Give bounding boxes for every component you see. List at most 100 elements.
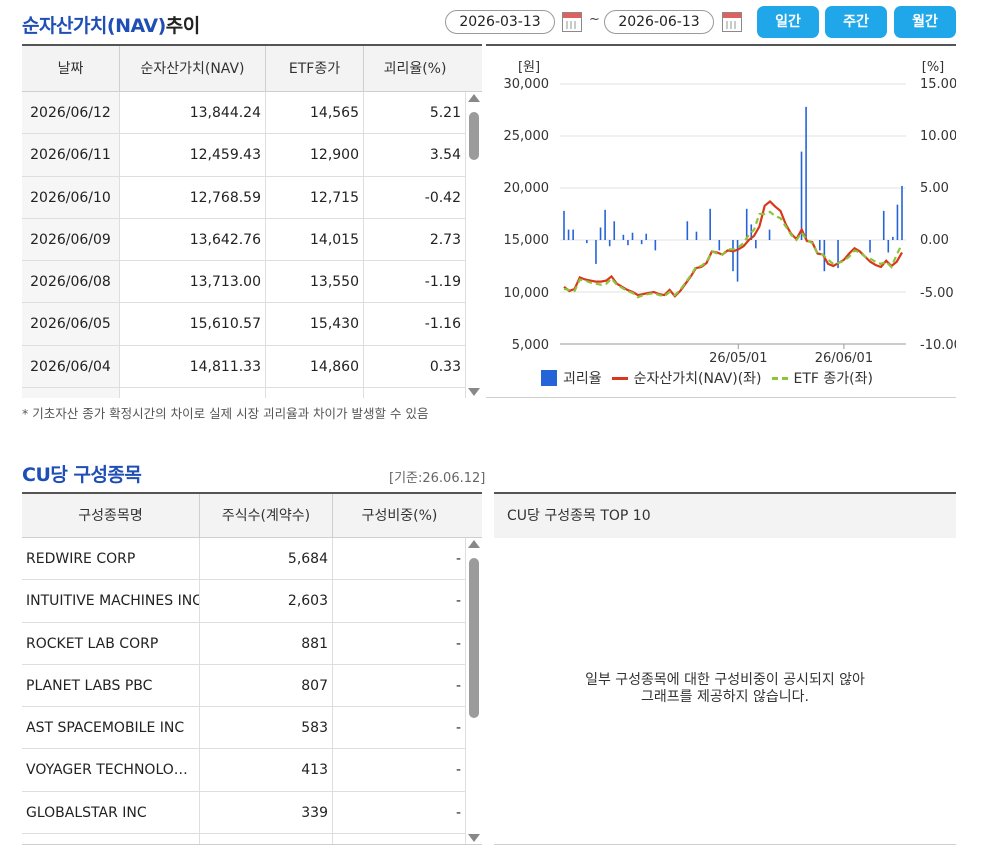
row-holding: GLOBALSTAR INC [22,791,200,834]
row-date [22,388,120,398]
disparity-bar [563,210,565,240]
disparity-bar [631,232,634,240]
row-etf: 15,430 [266,303,364,345]
disparity-bar [613,221,616,240]
row-holding: ROCKET LAB CORP [22,622,200,664]
disparity-bar [805,106,807,240]
table-row: PLANET LABS PBC 807 - [22,664,482,708]
row-date: 2026/06/12 [22,92,120,134]
row-weight: - [333,707,466,749]
table-row: ROCKET LAB CORP 881 - [22,622,482,665]
row-disparity: 0.33 [364,345,466,388]
disparity-bar [887,240,890,253]
col-shares: 주식수(계약수) [200,494,333,537]
legend-etf[interactable]: ETF 종가(좌) [771,368,873,388]
nav-table-header: 날짜 순자산가치(NAV) ETF종가 괴리율(%) [22,46,482,92]
row-etf: 12,900 [266,134,364,176]
line-swatch-icon [611,376,628,380]
row-nav: 13,844.24 [120,92,266,134]
row-date: 2026/06/05 [22,303,120,345]
row-etf: 14,015 [266,218,364,261]
table-row: 2026/06/11 12,459.43 12,900 3.54 [22,134,482,177]
legend-disparity[interactable]: 괴리율 [541,368,602,388]
table-row [22,834,482,844]
legend-nav[interactable]: 순자산가치(NAV)(좌) [611,368,762,388]
scroll-thumb[interactable] [469,558,479,718]
nav-table: 날짜 순자산가치(NAV) ETF종가 괴리율(%) 2026/06/12 13… [22,44,482,398]
calendar-icon[interactable] [562,12,582,32]
row-disparity: 3.54 [364,134,466,176]
table-row: REDWIRE CORP 5,684 - [22,538,482,581]
row-shares: 2,603 [200,580,333,622]
right-unit-label: [%] [922,60,945,75]
row-holding: AST SPACEMOBILE INC [22,707,200,749]
scroll-up-icon[interactable] [468,540,480,548]
row-disparity: 5.21 [364,92,466,134]
disparity-bar [686,221,689,240]
row-weight: - [333,791,466,834]
table-row: 2026/06/12 13,844.24 14,565 5.21 [22,92,482,135]
weekly-button[interactable]: 주간 [825,6,887,38]
table-row: 2026/06/10 12,768.59 12,715 -0.42 [22,176,482,219]
chart-legend: 괴리율 순자산가치(NAV)(좌) ETF 종가(좌) [541,368,873,388]
row-shares: 5,684 [200,538,333,580]
right-tick-label: 15.00 [920,77,956,92]
end-date-input[interactable]: 2026-06-13 [604,10,714,34]
table-row: 2026/06/05 15,610.57 15,430 -1.16 [22,303,482,346]
monthly-button[interactable]: 월간 [894,6,956,38]
row-shares: 881 [200,622,333,664]
cu-table-body[interactable]: REDWIRE CORP 5,684 - INTUITIVE MACHINES … [22,538,482,844]
nav-table-scrollbar[interactable] [466,92,482,398]
row-holding: REDWIRE CORP [22,538,200,580]
disparity-bar [572,229,574,240]
row-nav: 12,459.43 [120,134,266,176]
row-shares: 583 [200,707,333,749]
disparity-bar [800,151,803,240]
scroll-down-icon[interactable] [468,388,480,396]
disparity-bar [627,240,629,246]
scroll-thumb[interactable] [469,112,479,160]
disparity-bar [892,236,894,240]
cu-table: 구성종목명 주식수(계약수) 구성비중(%) REDWIRE CORP 5,68… [22,492,482,845]
table-row: INTUITIVE MACHINES INC 2,603 - [22,580,482,623]
left-tick-label: 20,000 [504,181,550,196]
disparity-bar [595,240,597,264]
nav-title-dark: 추이 [165,15,200,37]
top10-message: 일부 구성종목에 대한 구성비중이 공시되지 않아 그래프를 제공하지 않습니다… [494,672,956,706]
left-tick-label: 25,000 [504,129,550,144]
legend-label: 순자산가치(NAV)(좌) [633,371,762,387]
row-nav: 14,811.33 [120,345,266,388]
row-disparity [364,388,466,398]
cu-section-title: CU당 구성종목 [22,464,142,486]
right-tick-label: 0.00 [920,233,949,248]
scroll-down-icon[interactable] [468,834,480,842]
row-shares: 413 [200,749,333,791]
right-tick-label: -5.00 [920,286,954,301]
row-holding [22,834,200,844]
nav-chart-svg: [원] [%] 30,000 25,000 20,000 15,000 10,0… [504,60,957,366]
col-weight: 구성비중(%) [361,508,438,524]
disparity-note: * 기초자산 종가 확정시간의 차이로 실제 시장 괴리율과 차이가 발생할 수… [22,406,429,421]
right-tick-label: -10.00 [920,338,956,353]
cu-table-scrollbar[interactable] [466,538,482,844]
date-range-separator: ~ [589,12,600,27]
nav-section-title: 순자산가치(NAV)추이 [22,11,200,38]
x-tick-label: 26/06/01 [815,351,873,366]
table-row [22,388,482,398]
daily-button[interactable]: 일간 [757,6,819,38]
bar-swatch-icon [541,370,557,386]
disparity-bar [654,240,657,251]
scroll-up-icon[interactable] [468,94,480,102]
disparity-bar [586,240,588,244]
calendar-icon[interactable] [722,12,742,32]
disparity-bar [604,209,606,240]
nav-title-blue: 순자산가치(NAV) [22,15,166,37]
right-tick-label: 10.00 [920,129,956,144]
start-date-input[interactable]: 2026-03-13 [445,10,555,34]
disparity-bar [869,240,871,253]
row-nav: 13,713.00 [120,261,266,303]
row-etf [266,388,364,398]
legend-label: 괴리율 [563,371,602,387]
row-weight: - [333,749,466,791]
nav-table-body[interactable]: 2026/06/12 13,844.24 14,565 5.21 2026/06… [22,92,482,398]
